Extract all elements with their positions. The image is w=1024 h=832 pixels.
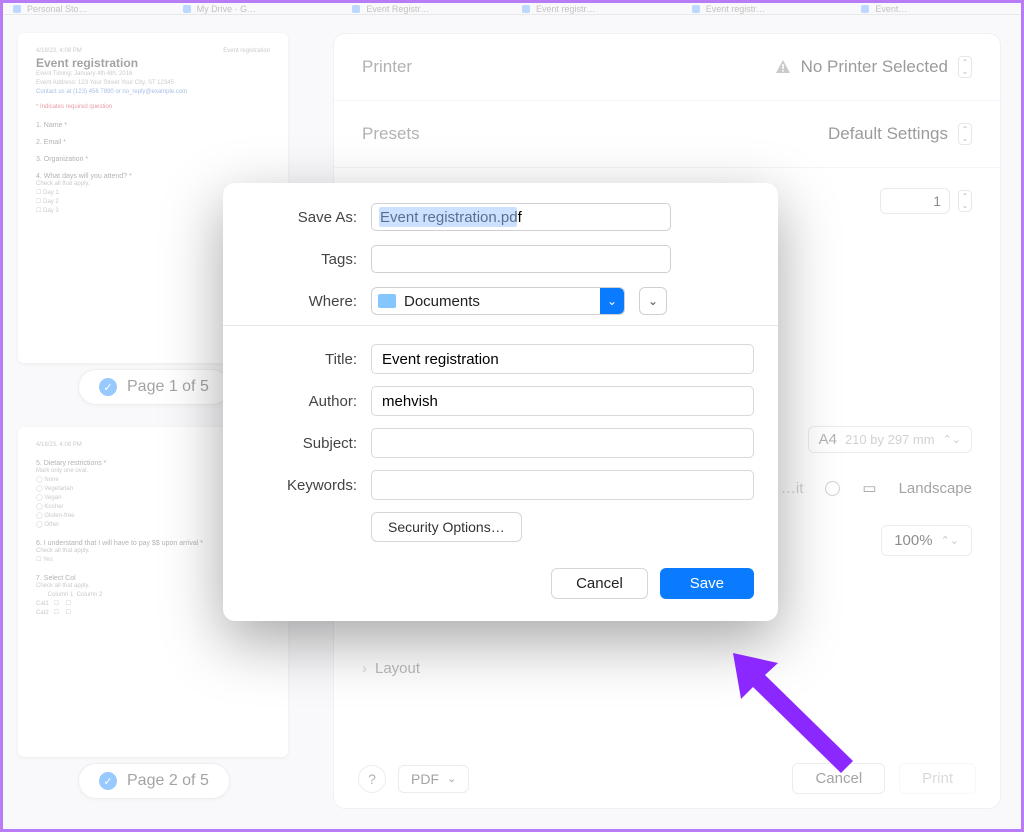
cancel-button[interactable]: Cancel: [551, 568, 648, 599]
where-label: Where:: [247, 293, 357, 310]
saveas-input[interactable]: [371, 203, 671, 231]
chevron-down-icon: ⌄: [648, 294, 658, 308]
subject-input[interactable]: [371, 428, 754, 458]
keywords-input[interactable]: [371, 470, 754, 500]
save-button[interactable]: Save: [660, 568, 754, 599]
folder-icon: [378, 294, 396, 308]
where-value: Documents: [404, 293, 600, 310]
save-sheet: Save As: Tags: Where: Documents ⌄ ⌄ Titl…: [223, 183, 778, 621]
author-input[interactable]: [371, 386, 754, 416]
keywords-label: Keywords:: [247, 477, 357, 494]
expand-button[interactable]: ⌄: [639, 287, 667, 315]
chevron-updown-icon: ⌄: [600, 287, 624, 315]
saveas-label: Save As:: [247, 209, 357, 226]
tags-input[interactable]: [371, 245, 671, 273]
author-label: Author:: [247, 393, 357, 410]
subject-label: Subject:: [247, 435, 357, 452]
title-label: Title:: [247, 351, 357, 368]
where-select[interactable]: Documents ⌄: [371, 287, 625, 315]
title-input[interactable]: [371, 344, 754, 374]
security-options-button[interactable]: Security Options…: [371, 512, 522, 542]
tags-label: Tags:: [247, 251, 357, 268]
